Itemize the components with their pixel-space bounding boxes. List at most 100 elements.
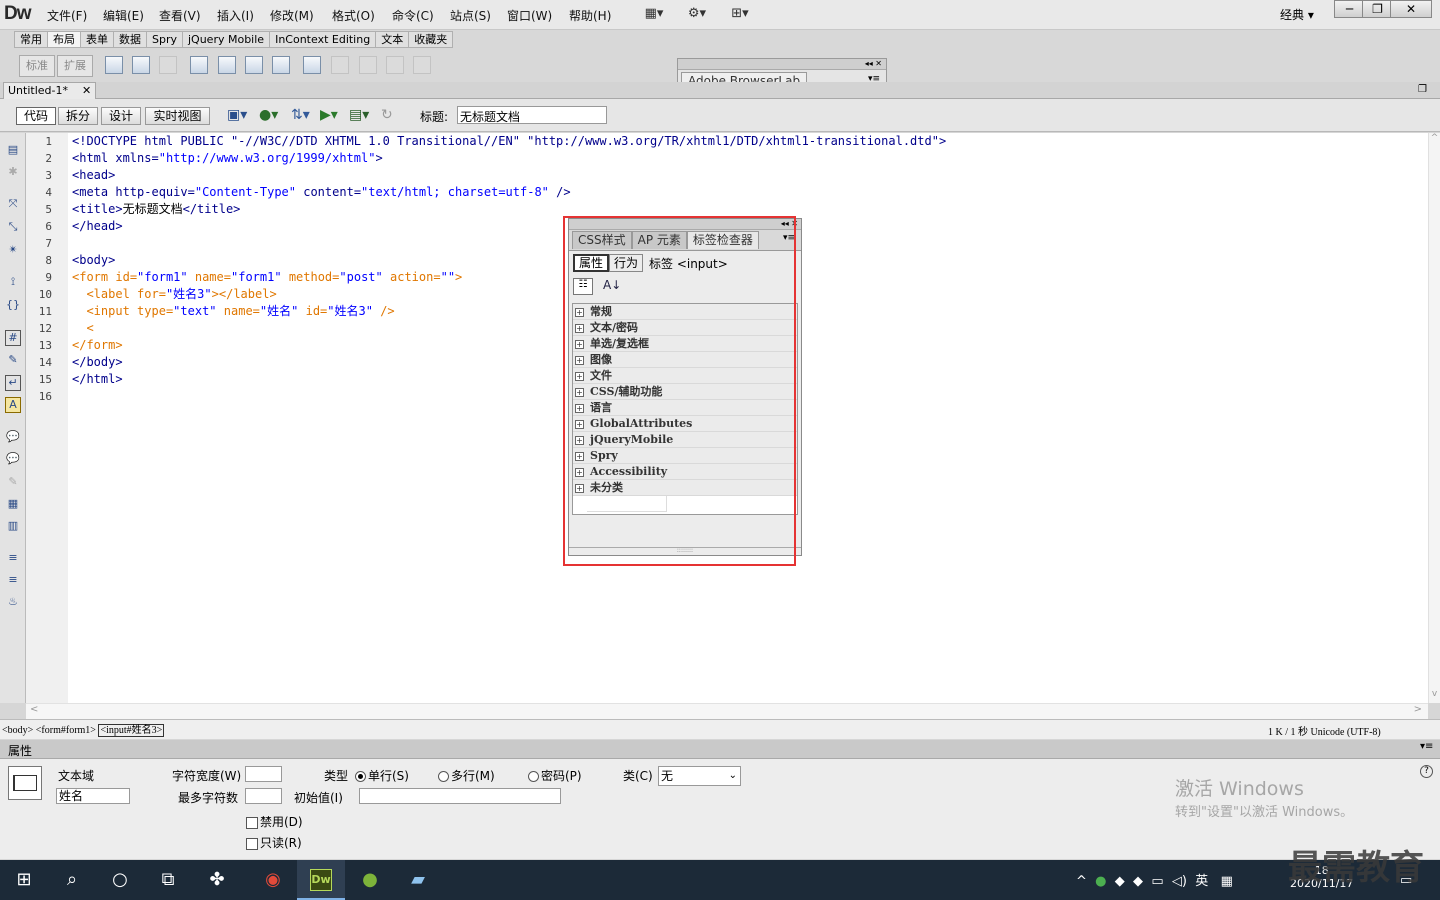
readonly-checkbox[interactable]: 只读(R) <box>246 834 302 851</box>
spry-menu-icon[interactable] <box>272 56 290 74</box>
tray-expand-icon[interactable]: ^ <box>1076 874 1087 889</box>
menu-file[interactable]: 文件(F) <box>47 7 87 24</box>
collapse-icon[interactable]: ◂◂ ✕ <box>678 59 886 70</box>
max-chars-input[interactable] <box>245 788 282 804</box>
notepad-icon[interactable]: ▰ <box>394 860 442 900</box>
code-line[interactable]: <title>无标题文档</title> <box>72 201 240 218</box>
wrap-tag-icon[interactable]: ✎ <box>5 475 21 491</box>
remove-comment-icon[interactable]: 💬 <box>5 452 21 468</box>
select-parent-tag-icon[interactable]: ⟟ <box>5 275 21 291</box>
indent-code-icon[interactable]: ≡ <box>5 551 21 567</box>
ap-div-icon[interactable] <box>218 56 236 74</box>
search-icon[interactable]: ⌕ <box>48 860 96 900</box>
restore-doc-icon[interactable]: ❐ <box>1418 84 1427 95</box>
dreamweaver-taskbar-icon[interactable]: Dw <box>297 860 345 900</box>
network-icon[interactable]: ▭ <box>1151 874 1163 889</box>
code-line[interactable]: </body> <box>72 354 123 371</box>
debug-icon[interactable]: ▶▾ <box>320 107 338 123</box>
refresh-icon[interactable]: ↻ <box>381 107 393 123</box>
syntax-coloring-icon[interactable]: A <box>5 397 21 413</box>
menu-edit[interactable]: 编辑(E) <box>103 7 144 24</box>
workspace-switcher[interactable]: 经典 ▾ <box>1280 6 1314 23</box>
insert-tab-layout[interactable]: 布局 <box>48 31 81 48</box>
layout-icon[interactable]: ▦▾ <box>640 6 668 24</box>
table-icon[interactable] <box>105 56 123 74</box>
line-numbers-icon[interactable]: # <box>5 330 21 346</box>
tag-form[interactable]: <form#form1> <box>36 725 96 736</box>
expand-all-icon[interactable]: ✴ <box>5 243 21 259</box>
show-code-navigator-icon[interactable]: ✱ <box>5 165 21 181</box>
ime-grid-icon[interactable]: ▦ <box>1221 874 1233 889</box>
code-line[interactable]: <body> <box>72 252 115 269</box>
apply-comment-icon[interactable]: 💬 <box>5 430 21 446</box>
tag-input[interactable]: <input#姓名3> <box>98 724 165 737</box>
site-icon[interactable]: ⊞▾ <box>726 6 754 24</box>
standard-mode-button[interactable]: 标准 <box>19 55 55 77</box>
gear-icon[interactable]: ⚙▾ <box>683 6 711 24</box>
disabled-checkbox[interactable]: 禁用(D) <box>246 813 303 830</box>
wechat-icon[interactable]: ● <box>1095 874 1106 889</box>
field-name-input[interactable]: 姓名 <box>56 788 130 804</box>
insert-tab-incontext[interactable]: InContext Editing <box>270 31 377 48</box>
live-view-button[interactable]: 实时视图 <box>145 107 210 125</box>
preview-browser-icon[interactable]: ●▾ <box>259 107 278 123</box>
split-view-button[interactable]: 拆分 <box>58 107 98 125</box>
menu-site[interactable]: 站点(S) <box>450 7 491 24</box>
insert-tab-spry[interactable]: Spry <box>147 31 183 48</box>
initial-value-input[interactable] <box>359 788 561 804</box>
collapse-selection-icon[interactable]: ⤡ <box>5 220 21 236</box>
help-icon[interactable]: ? <box>1420 765 1433 778</box>
type-password-radio[interactable]: 密码(P) <box>528 767 582 784</box>
menu-format[interactable]: 格式(O) <box>332 7 375 24</box>
outdent-code-icon[interactable]: ≡ <box>5 573 21 589</box>
qq-icon-2[interactable]: ◆ <box>1133 874 1143 889</box>
green-app-icon[interactable]: ● <box>346 860 394 900</box>
tag-body[interactable]: <body> <box>2 725 33 736</box>
ime-indicator[interactable]: 英 <box>1195 874 1208 889</box>
word-wrap-icon[interactable]: ↵ <box>5 375 21 391</box>
qq-icon[interactable]: ◆ <box>1115 874 1125 889</box>
insert-tab-favorites[interactable]: 收藏夹 <box>409 31 454 48</box>
horizontal-scrollbar[interactable]: < > <box>26 703 1428 719</box>
type-single-line-radio[interactable]: 单行(S) <box>355 767 409 784</box>
pinwheel-app-icon[interactable]: ✤ <box>193 860 241 900</box>
open-documents-icon[interactable]: ▤ <box>5 143 21 159</box>
menu-help[interactable]: 帮助(H) <box>569 7 611 24</box>
restore-button[interactable]: ❐ <box>1362 0 1393 18</box>
code-line[interactable]: </head> <box>72 218 123 235</box>
code-view-button[interactable]: 代码 <box>16 107 56 125</box>
insert-tab-jquery-mobile[interactable]: jQuery Mobile <box>183 31 271 48</box>
code-line[interactable]: <html xmlns="http://www.w3.org/1999/xhtm… <box>72 150 383 167</box>
balance-braces-icon[interactable]: {} <box>5 298 21 314</box>
class-select[interactable]: 无 ⌄ <box>658 766 741 786</box>
code-line[interactable]: </form> <box>72 337 123 354</box>
chrome-icon[interactable]: ◉ <box>249 860 297 900</box>
insert-tab-data[interactable]: 数据 <box>114 31 147 48</box>
insert-tab-common[interactable]: 常用 <box>14 31 48 48</box>
fluid-grid-icon[interactable] <box>245 56 263 74</box>
design-view-button[interactable]: 设计 <box>101 107 141 125</box>
volume-icon[interactable]: ◁) <box>1172 874 1187 889</box>
close-button[interactable]: ✕ <box>1390 0 1432 18</box>
task-view-icon[interactable]: ⧉ <box>144 860 192 900</box>
menu-commands[interactable]: 命令(C) <box>392 7 434 24</box>
type-multi-line-radio[interactable]: 多行(M) <box>438 767 495 784</box>
multiscreen-icon[interactable]: ▣▾ <box>227 107 247 123</box>
menu-insert[interactable]: 插入(I) <box>217 7 254 24</box>
insert-table-icon[interactable] <box>303 56 321 74</box>
document-tab[interactable]: Untitled-1* ✕ <box>3 82 97 99</box>
code-line[interactable]: </html> <box>72 371 123 388</box>
vertical-scrollbar[interactable]: ^ v <box>1428 133 1440 703</box>
cortana-icon[interactable]: ○ <box>96 860 144 900</box>
code-line[interactable]: <head> <box>72 167 115 184</box>
file-management-icon[interactable]: ⇅▾ <box>291 107 310 123</box>
insert-tab-text[interactable]: 文本 <box>376 31 410 48</box>
code-line[interactable]: <meta http-equiv="Content-Type" content=… <box>72 184 571 201</box>
menu-view[interactable]: 查看(V) <box>159 7 201 24</box>
menu-window[interactable]: 窗口(W) <box>507 7 552 24</box>
frame-icon[interactable] <box>132 56 150 74</box>
code-line[interactable]: <label for="姓名3"></label> <box>72 286 276 303</box>
recent-snippets-icon[interactable]: ▦ <box>5 497 21 513</box>
highlight-invalid-icon[interactable]: ✎ <box>5 353 21 369</box>
code-line[interactable]: <!DOCTYPE html PUBLIC "-//W3C//DTD XHTML… <box>72 133 946 150</box>
